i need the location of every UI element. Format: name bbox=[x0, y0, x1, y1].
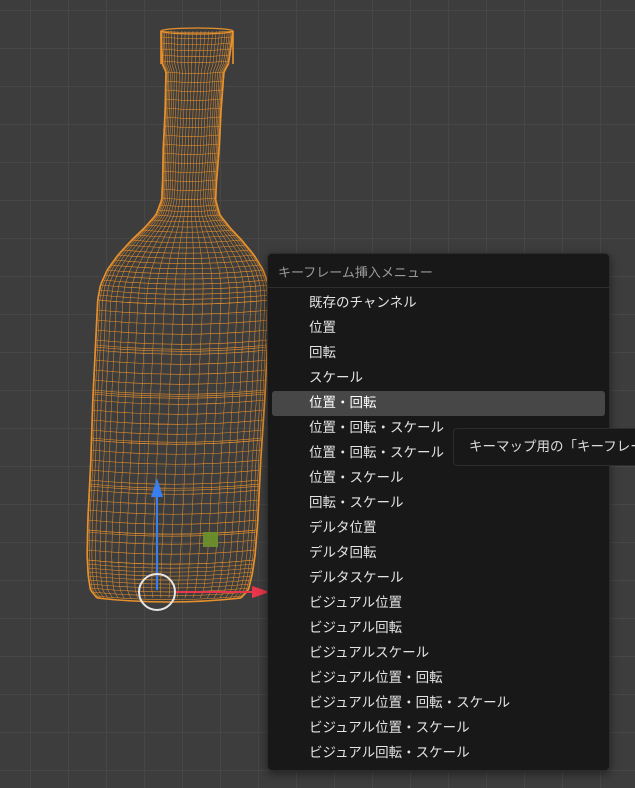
menu-item[interactable]: ビジュアル位置・回転・スケール bbox=[272, 691, 605, 716]
menu-item[interactable]: ビジュアル位置・回転 bbox=[272, 666, 605, 691]
wire-line bbox=[105, 31, 173, 599]
menu-items: 既存のチャンネル 位置 回転 スケール 位置・回転 位置・回転・スケール 位置・回転・スケー… bbox=[272, 291, 605, 766]
origin-square bbox=[203, 532, 218, 547]
menu-item[interactable]: デルタ位置 bbox=[272, 516, 605, 541]
menu-item[interactable]: ビジュアル回転・スケール bbox=[272, 741, 605, 766]
menu-item[interactable]: デルタスケール bbox=[272, 566, 605, 591]
tooltip: キーマップ用の「キーフレーム bbox=[453, 428, 635, 466]
menu-item[interactable]: 回転・スケール bbox=[272, 491, 605, 516]
menu-item[interactable]: ビジュアル位置・スケール bbox=[272, 716, 605, 741]
menu-item[interactable]: デルタ回転 bbox=[272, 541, 605, 566]
menu-item[interactable]: ビジュアルスケール bbox=[272, 641, 605, 666]
menu-separator bbox=[268, 287, 609, 288]
wire-line bbox=[96, 597, 242, 603]
menu-item[interactable]: 既存のチャンネル bbox=[272, 291, 605, 316]
menu-item[interactable]: スケール bbox=[272, 366, 605, 391]
menu-title: キーフレーム挿入メニュー bbox=[278, 266, 433, 281]
menu-item[interactable]: 位置 bbox=[272, 316, 605, 341]
wire-line bbox=[99, 30, 171, 599]
tooltip-text: キーマップ用の「キーフレーム bbox=[469, 439, 635, 455]
menu-item[interactable]: ビジュアル回転 bbox=[272, 616, 605, 641]
menu-item[interactable]: 位置・回転 bbox=[272, 391, 605, 416]
arrow-up-icon[interactable] bbox=[151, 478, 163, 497]
bottle-wireframe[interactable] bbox=[86, 27, 271, 603]
menu-item[interactable]: 回転 bbox=[272, 341, 605, 366]
menu-item[interactable]: 位置・スケール bbox=[272, 466, 605, 491]
insert-keyframe-menu: キーフレーム挿入メニュー 既存のチャンネル 位置 回転 スケール 位置・回転 位置・回転・… bbox=[267, 253, 610, 771]
menu-item[interactable]: ビジュアル位置 bbox=[272, 591, 605, 616]
